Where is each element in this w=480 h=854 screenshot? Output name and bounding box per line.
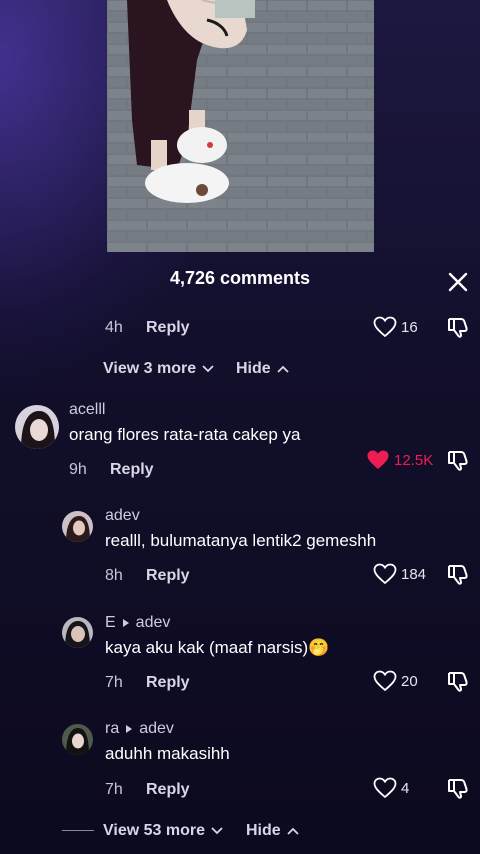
dislike-button[interactable] [446, 448, 470, 477]
comment-time: 9h [69, 461, 87, 478]
like-button[interactable]: 184 [373, 563, 426, 585]
avatar-image [15, 405, 59, 449]
avatar-image [62, 617, 93, 648]
dislike-button[interactable] [446, 562, 470, 591]
emoji: 🤭 [308, 638, 330, 657]
video-thumbnail[interactable] [107, 0, 374, 252]
view-more-label: View 3 more [103, 360, 197, 377]
reply-button[interactable]: Reply [146, 781, 190, 799]
chevron-down-icon [202, 365, 214, 373]
close-button[interactable] [444, 268, 472, 296]
like-count: 184 [401, 565, 427, 583]
thumbs-down-icon [448, 565, 468, 585]
comment-text: realll, bulumatanya lentik2 gemeshh [105, 531, 377, 550]
like-button[interactable]: 20 [373, 670, 418, 692]
dislike-button[interactable] [446, 315, 470, 344]
comment-text: orang flores rata-rata cakep ya [69, 425, 301, 444]
thumbs-down-icon [448, 451, 468, 471]
comment-time: 7h [105, 781, 123, 798]
avatar-image [62, 511, 93, 542]
replies-divider [62, 830, 94, 831]
reply-to-username[interactable]: adev [139, 720, 174, 738]
username-text: E [105, 614, 116, 631]
like-count: 4 [401, 779, 410, 797]
like-count: 20 [401, 672, 418, 690]
reply-arrow-icon [122, 619, 129, 627]
comment-time: 7h [105, 674, 123, 691]
close-icon [448, 272, 468, 292]
reply-arrow-icon [126, 725, 133, 733]
reply-button[interactable]: Reply [146, 674, 190, 692]
hide-label: Hide [246, 822, 281, 839]
view-more-label: View 53 more [103, 822, 205, 839]
heart-filled-icon [367, 450, 389, 469]
chevron-up-icon [277, 365, 289, 373]
comment-username[interactable]: E adev [105, 614, 170, 632]
thumbs-down-icon [448, 779, 468, 799]
avatar[interactable] [62, 617, 93, 648]
heart-outline-icon [373, 563, 397, 585]
comment-text: kaya aku kak (maaf narsis)🤭 [105, 638, 329, 658]
username-text: adev [105, 507, 140, 524]
heart-outline-icon [373, 777, 397, 799]
comment-username[interactable]: adev [105, 507, 140, 525]
view-more-replies-button[interactable]: View 53 more [103, 822, 223, 840]
chevron-down-icon [211, 827, 223, 835]
hide-replies-button[interactable]: Hide [236, 360, 289, 378]
avatar[interactable] [62, 724, 93, 755]
dislike-button[interactable] [446, 669, 470, 698]
like-button[interactable]: 12.5K [366, 449, 433, 471]
video-frame-image [107, 0, 374, 252]
comment-time: 8h [105, 567, 123, 584]
username-text: acelll [69, 401, 106, 418]
hide-replies-button[interactable]: Hide [246, 822, 299, 840]
comments-count-title: 4,726 comments [169, 268, 311, 288]
like-button[interactable]: 16 [373, 316, 418, 338]
comment-username[interactable]: acelll [69, 401, 105, 419]
reply-button[interactable]: Reply [146, 567, 190, 585]
chevron-up-icon [287, 827, 299, 835]
avatar-image [62, 724, 93, 755]
reply-time: 4h [105, 319, 123, 336]
reply-button[interactable]: Reply [110, 461, 154, 479]
dislike-button[interactable] [446, 776, 470, 805]
reply-to-username[interactable]: adev [136, 614, 171, 632]
like-count: 16 [401, 318, 418, 336]
avatar[interactable] [62, 511, 93, 542]
comment-text-body: kaya aku kak (maaf narsis) [105, 638, 309, 657]
hide-label: Hide [236, 360, 271, 377]
heart-outline-icon [373, 670, 397, 692]
reply-button[interactable]: Reply [146, 319, 190, 337]
like-button[interactable]: 4 [373, 777, 409, 799]
avatar[interactable] [15, 405, 59, 449]
like-count: 12.5K [394, 451, 434, 469]
comment-text: aduhh makasihh [105, 744, 230, 763]
view-more-replies-button[interactable]: View 3 more [103, 360, 214, 378]
heart-outline-icon [373, 316, 397, 338]
comment-username[interactable]: ra adev [105, 720, 174, 738]
thumbs-down-icon [448, 672, 468, 692]
thumbs-down-icon [448, 318, 468, 338]
username-text: ra [105, 720, 120, 737]
